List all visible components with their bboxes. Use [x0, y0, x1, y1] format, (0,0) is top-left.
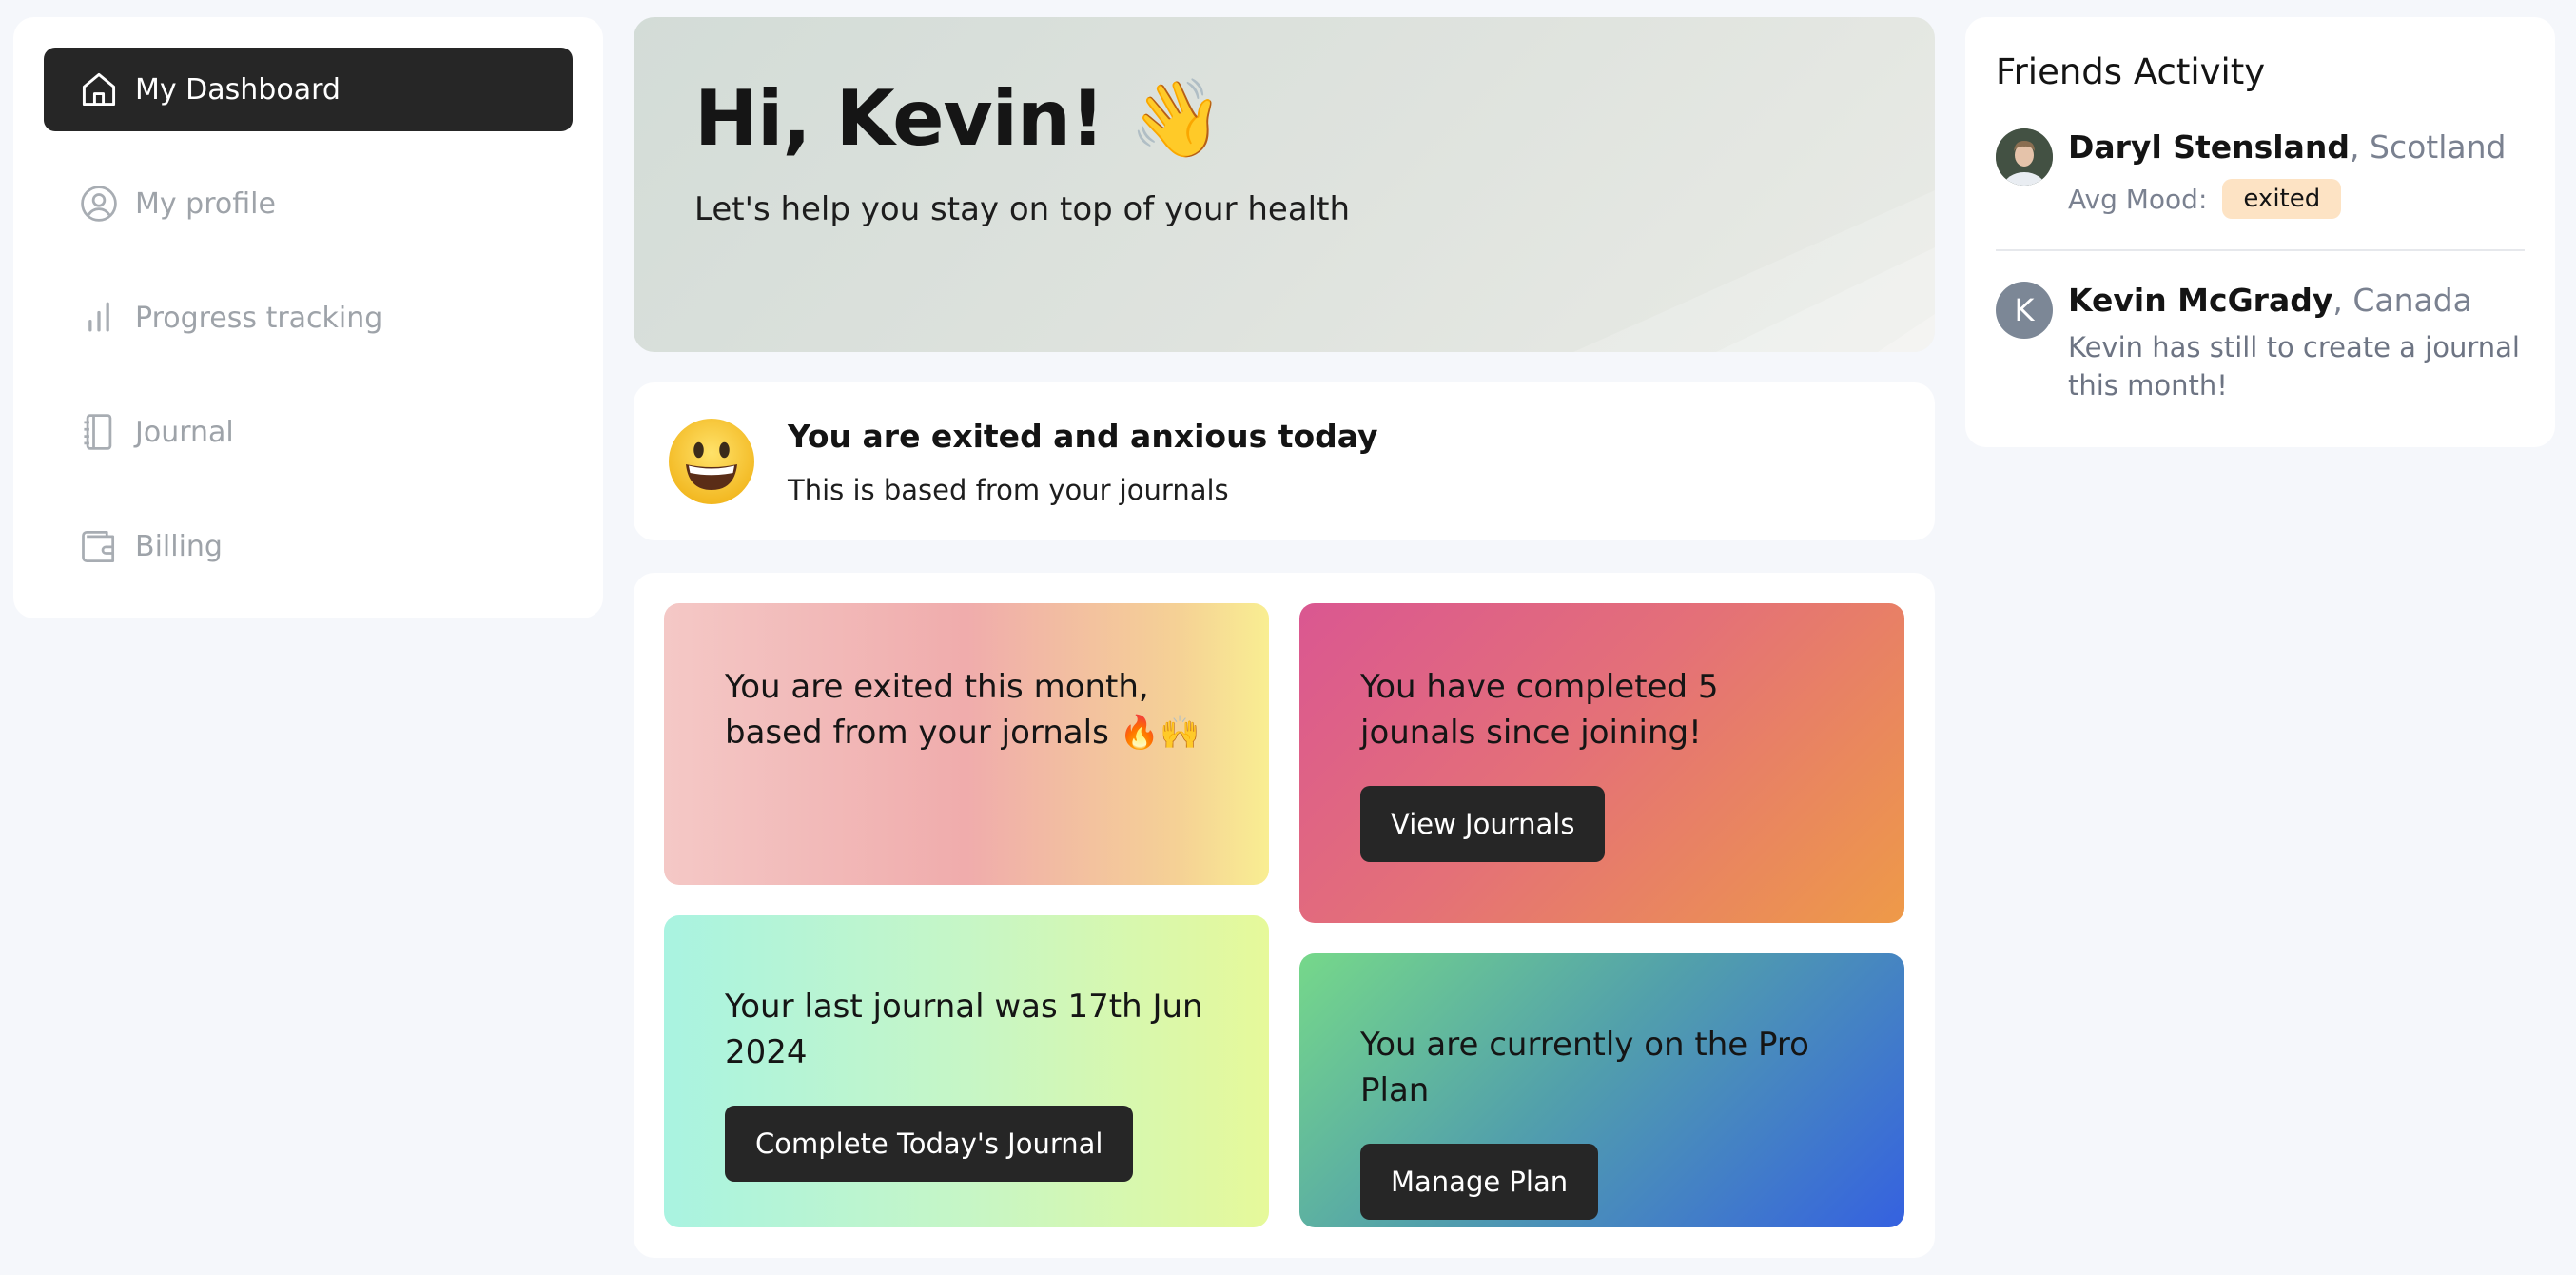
avatar: K [1996, 282, 2053, 339]
friend-name: Daryl Stensland [2068, 128, 2351, 166]
plan-text: You are currently on the Pro Plan [1360, 1026, 1809, 1109]
avg-mood-label: Avg Mood: [2068, 183, 2208, 215]
divider [1996, 249, 2525, 251]
friend-heading: Daryl Stensland, Scotland [2068, 128, 2506, 166]
summary-cards: You are exited this month, based from yo… [634, 573, 1935, 1258]
sidebar-item-label: Billing [135, 529, 223, 563]
mood-card: You are exited and anxious today This is… [634, 382, 1935, 540]
notebook-icon [76, 409, 122, 455]
friend-heading: Kevin McGrady, Canada [2068, 282, 2544, 319]
last-journal-card: Your last journal was 17th Jun 2024 Comp… [664, 915, 1269, 1227]
friends-activity-panel: Friends Activity Daryl Stensland, Scotla… [1965, 17, 2555, 447]
friends-activity-title: Friends Activity [1996, 51, 2266, 92]
sidebar-item-progress[interactable]: Progress tracking [44, 276, 573, 360]
view-journals-button[interactable]: View Journals [1360, 786, 1606, 862]
app-root: My Dashboard My profile Progress trackin… [0, 0, 2576, 1275]
sidebar-item-profile[interactable]: My profile [44, 162, 573, 245]
friend-item[interactable]: Daryl Stensland, Scotland Avg Mood: exit… [1996, 128, 2525, 219]
user-circle-icon [76, 181, 122, 226]
friend-location: , Canada [2332, 282, 2472, 319]
friend-location: , Scotland [2350, 128, 2507, 166]
sidebar-item-label: My profile [135, 186, 276, 221]
journals-completed-text: You have completed 5 jounals since joini… [1360, 668, 1719, 752]
mood-text: You are exited and anxious today This is… [788, 418, 1378, 506]
greeting-title: Hi, Kevin! 👋 [694, 74, 1224, 163]
mood-badge: exited [2222, 179, 2342, 219]
home-icon [76, 67, 122, 112]
avatar [1996, 128, 2053, 186]
sidebar: My Dashboard My profile Progress trackin… [13, 17, 603, 618]
monthly-mood-text: You are exited this month, based from yo… [725, 668, 1200, 752]
bar-chart-icon [76, 295, 122, 341]
friend-name: Kevin McGrady [2068, 282, 2333, 319]
journals-completed-card: You have completed 5 jounals since joini… [1299, 603, 1904, 923]
plan-card: You are currently on the Pro Plan Manage… [1299, 953, 1904, 1227]
last-journal-text: Your last journal was 17th Jun 2024 [725, 988, 1203, 1071]
sidebar-item-journal[interactable]: Journal [44, 390, 573, 474]
monthly-mood-card: You are exited this month, based from yo… [664, 603, 1269, 885]
sidebar-item-dashboard[interactable]: My Dashboard [44, 48, 573, 131]
sidebar-item-label: My Dashboard [135, 72, 341, 107]
sidebar-item-label: Journal [135, 415, 234, 449]
friend-info: Daryl Stensland, Scotland Avg Mood: exit… [2068, 128, 2506, 219]
mood-title: You are exited and anxious today [788, 417, 1378, 455]
mood-subtitle: This is based from your journals [788, 473, 1229, 506]
sidebar-item-billing[interactable]: Billing [44, 504, 573, 588]
friend-info: Kevin McGrady, Canada Kevin has still to… [2068, 282, 2544, 404]
grinning-face-icon [669, 419, 754, 504]
friend-item[interactable]: K Kevin McGrady, Canada Kevin has still … [1996, 282, 2525, 404]
friend-mood: Avg Mood: exited [2068, 179, 2506, 219]
manage-plan-button[interactable]: Manage Plan [1360, 1144, 1599, 1220]
greeting-subtitle: Let's help you stay on top of your healt… [694, 190, 1350, 228]
sidebar-item-label: Progress tracking [135, 301, 383, 335]
friend-note: Kevin has still to create a journal this… [2068, 331, 2520, 402]
wallet-icon [76, 523, 122, 569]
complete-journal-button[interactable]: Complete Today's Journal [725, 1106, 1134, 1182]
greeting-banner: Hi, Kevin! 👋 Let's help you stay on top … [634, 17, 1935, 352]
